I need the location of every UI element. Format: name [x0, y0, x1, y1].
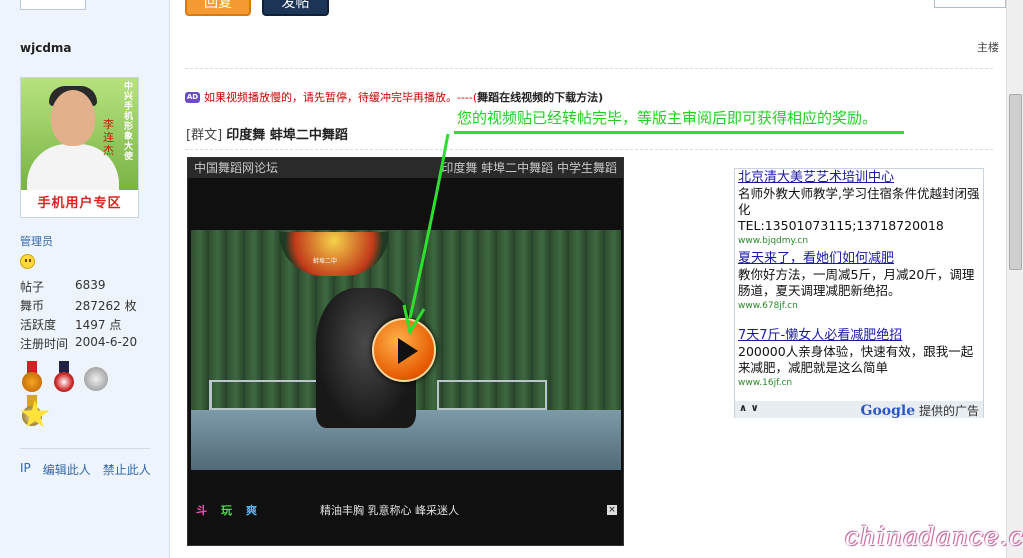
sidebar-top-input[interactable]	[20, 0, 86, 10]
sidebar-divider	[20, 448, 150, 449]
player-video-title: 印度舞 蚌埠二中舞蹈 中学生舞蹈	[441, 161, 617, 175]
close-icon[interactable]: ×	[607, 505, 617, 515]
google-logo: Google	[860, 403, 916, 419]
ad-url[interactable]: www.16jf.cn	[738, 376, 982, 390]
stat-activity: 活跃度 1497 点	[20, 318, 122, 332]
ad-body: 200000人亲身体验，快速有效，跟我一起来减肥，减肥就是这么简单	[738, 344, 974, 375]
ad-body: TEL:13501073115;13718720018	[738, 218, 944, 233]
stat-register-date: 注册时间 2004-6-20	[20, 335, 138, 351]
user-stats: 帖子 6839 舞币 287262 枚 活跃度 1497 点 注册时间 2004-6-2…	[20, 278, 137, 354]
player-site-name: 中国舞蹈网论坛	[194, 161, 279, 175]
ad-item: 北京清大美艺艺术培训中心 名师外教大师教学,学习住宿条件优越封闭强化 TEL:1…	[738, 170, 982, 248]
edit-user-link[interactable]: 编辑此人	[43, 461, 91, 478]
player-ad-text[interactable]: 精油丰胸 乳意称心 峰采迷人	[320, 500, 459, 522]
ad-item: 夏天来了，看她们如何减肥 教你好方法，一周减5斤，月减20斤，调理肠道，夏天调理…	[738, 251, 982, 313]
fight-icon[interactable]: 斗	[196, 500, 207, 522]
reply-button[interactable]: 回复	[185, 0, 251, 16]
post-category[interactable]: [群文]	[186, 128, 222, 143]
play-button[interactable]	[372, 318, 436, 382]
google-ads-box: 北京清大美艺艺术培训中心 名师外教大师教学,学习住宿条件优越封闭强化 TEL:1…	[734, 168, 984, 419]
scrollbar-thumb[interactable]	[1009, 94, 1022, 270]
username[interactable]: wjcdma	[20, 41, 72, 55]
ad-body: 名师外教大师教学,学习住宿条件优越封闭强化	[738, 186, 980, 217]
notice-text: 如果视频播放慢的，请先暂停，待缓冲完毕再播放。----(	[204, 91, 478, 104]
dragon-medal-icon	[83, 361, 108, 395]
stat-posts: 帖子 6839	[20, 278, 106, 294]
top-right-input[interactable]	[934, 0, 1006, 8]
author-sidebar: wjcdma 中兴手机形象大使 李连杰 手机用户专区 管理员 帖子 6839 舞币…	[0, 0, 170, 558]
notice: AD 如果视频播放慢的，请先暂停，待缓冲完毕再播放。----( 舞蹈在线视频的下…	[185, 89, 603, 105]
repost-confirmation-message: 您的视频贴已经转帖完毕，等版主审阅后即可获得相应的奖励。	[457, 109, 878, 127]
avatar-signature: 李连杰	[103, 118, 114, 157]
ad-title-link[interactable]: 北京清大美艺艺术培训中心	[738, 170, 982, 186]
stage-sign-text: 蚌埠二中	[313, 258, 338, 265]
divider	[185, 149, 993, 150]
player-header: 中国舞蹈网论坛 印度舞 蚌埠二中舞蹈 中学生舞蹈	[188, 158, 623, 178]
ad-icon: AD	[185, 91, 200, 103]
play-icon	[398, 338, 418, 364]
medal-icon	[20, 361, 44, 395]
ad-title-link[interactable]: 夏天来了，看她们如何减肥	[738, 251, 982, 267]
divider	[185, 68, 993, 69]
ad-nav-arrows[interactable]: ∧ ∨	[739, 403, 759, 414]
notice-tail: )	[598, 90, 604, 104]
medal-icon	[52, 361, 76, 395]
avatar: 中兴手机形象大使 李连杰 手机用户专区	[20, 77, 139, 218]
download-method-link[interactable]: 舞蹈在线视频的下载方法	[477, 89, 598, 105]
ad-item: 7天7斤-懒女人必看减肥绝招 200000人亲身体验，快速有效，跟我一起来减肥，…	[738, 328, 982, 390]
post-title: [群文] 印度舞 蚌埠二中舞蹈	[186, 124, 348, 143]
ad-body: 教你好方法，一周减5斤，月减20斤，调理肠道，夏天调理减肥新绝招。	[738, 267, 975, 298]
play-game-icon[interactable]: 玩	[221, 500, 232, 522]
vertical-scrollbar[interactable]	[1006, 0, 1023, 558]
new-post-button[interactable]: 发帖	[262, 0, 329, 16]
ads-footer: ∧ ∨ Google 提供的广告	[735, 401, 983, 419]
post-title-text: 印度舞 蚌埠二中舞蹈	[226, 128, 348, 143]
star-medal-icon	[20, 400, 54, 434]
fun-icon[interactable]: 爽	[246, 500, 257, 522]
user-role[interactable]: 管理员	[20, 233, 53, 249]
ip-link[interactable]: IP	[20, 461, 31, 478]
avatar-side-text: 中兴手机形象大使	[124, 82, 134, 162]
ad-url[interactable]: www.bjqdmy.cn	[738, 234, 982, 248]
ad-url[interactable]: www.678jf.cn	[738, 299, 982, 313]
admin-links: IP 编辑此人 禁止此人	[20, 461, 151, 478]
ban-user-link[interactable]: 禁止此人	[103, 461, 151, 478]
provided-text: 提供的广告	[918, 404, 979, 418]
floor-label: 主楼	[977, 41, 999, 54]
ad-title-link[interactable]: 7天7斤-懒女人必看减肥绝招	[738, 328, 982, 344]
stat-coins: 舞币 287262 枚	[20, 299, 137, 313]
avatar-banner: 手机用户专区	[21, 190, 138, 217]
message-underline	[454, 131, 904, 134]
watermark: chinadance.cn	[845, 522, 1023, 551]
smiley-icon	[20, 254, 35, 269]
google-ads-label[interactable]: Google 提供的广告	[861, 402, 980, 419]
player-footer: 斗 玩 爽 精油丰胸 乳意称心 峰采迷人 ×	[188, 500, 623, 522]
